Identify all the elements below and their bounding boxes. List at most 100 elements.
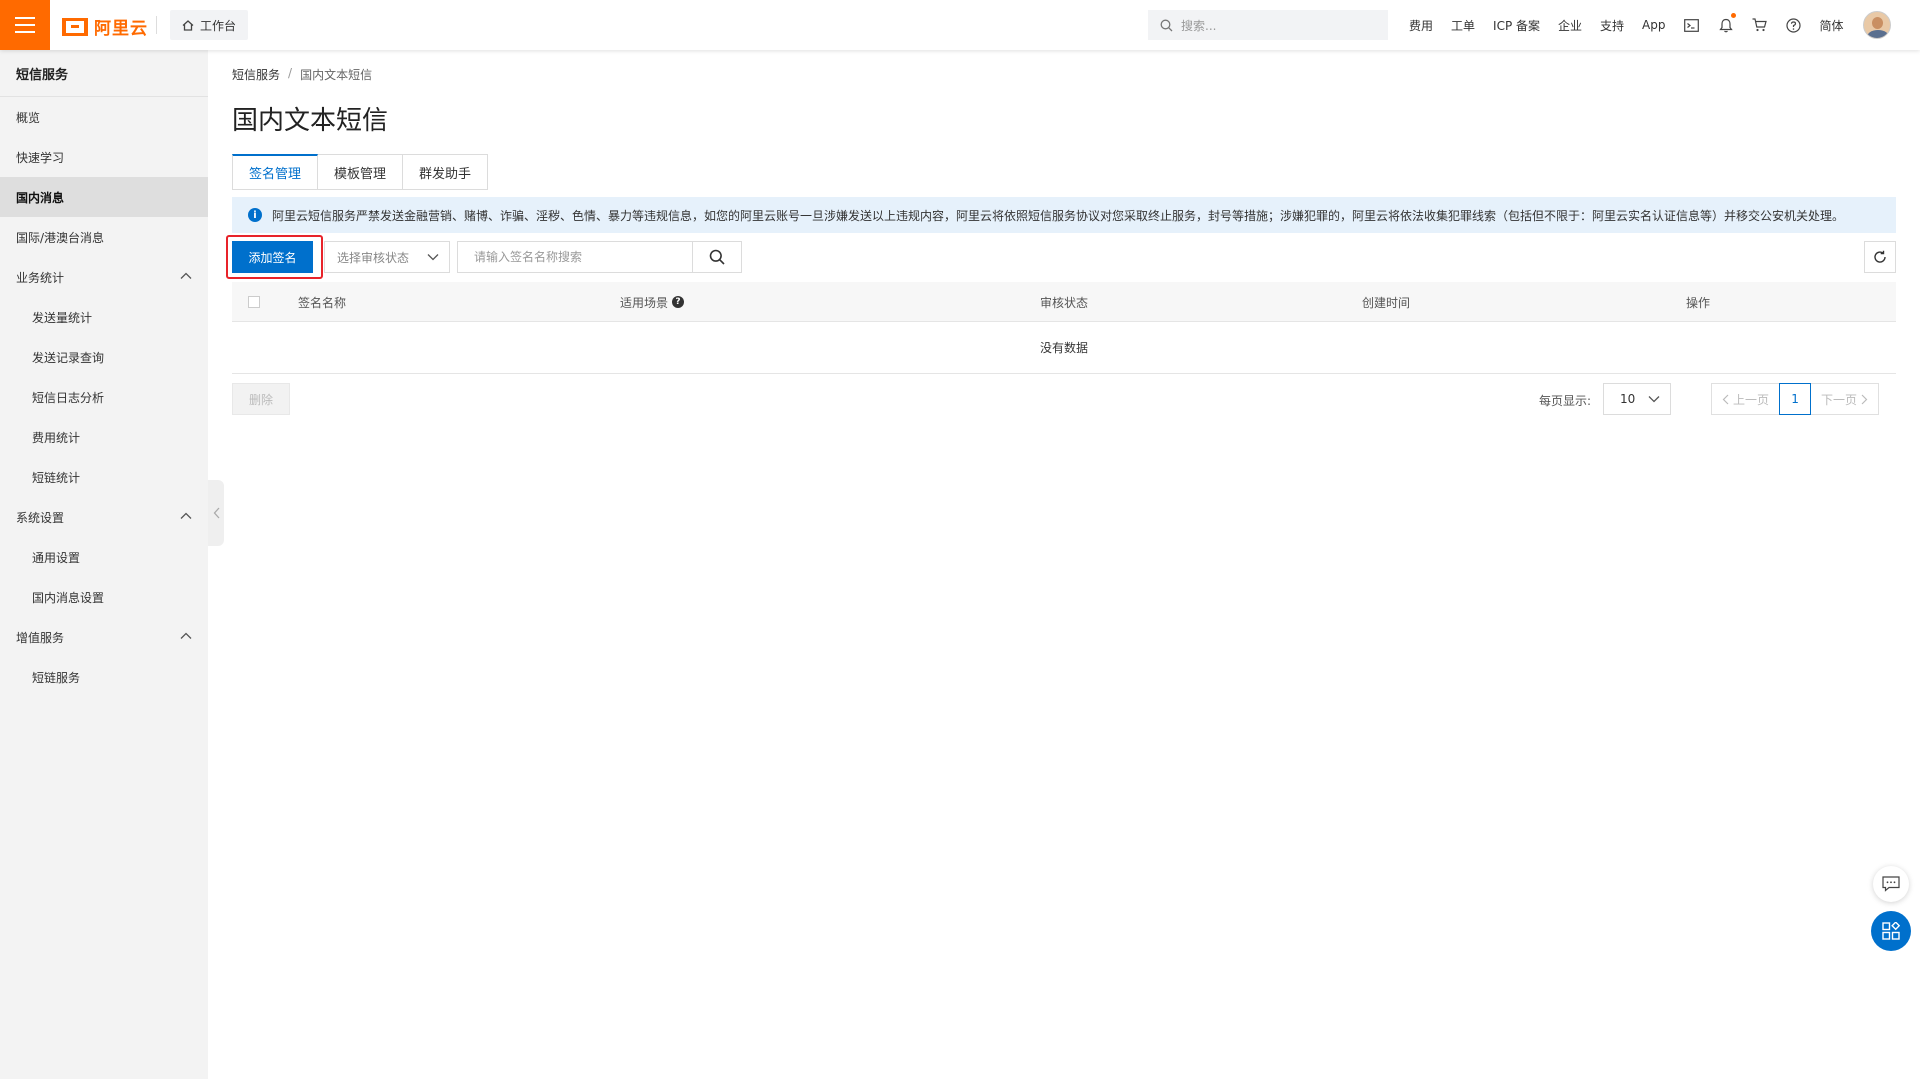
chevron-up-icon	[180, 272, 192, 279]
menu-icon[interactable]	[0, 0, 50, 50]
sidebar-item-overview[interactable]: 概览	[0, 97, 208, 137]
delete-button[interactable]: 删除	[232, 383, 290, 415]
language-switch[interactable]: 简体	[1820, 17, 1844, 34]
review-status-select[interactable]: 选择审核状态	[324, 241, 450, 273]
apps-grid-icon	[1882, 922, 1900, 940]
select-all-checkbox[interactable]	[248, 296, 260, 308]
nav-billing[interactable]: 费用	[1409, 17, 1433, 34]
column-header-label: 适用场景	[620, 295, 669, 310]
column-header-created-time: 创建时间	[1362, 295, 1411, 310]
chevron-down-icon	[1648, 396, 1660, 403]
chat-icon	[1882, 876, 1900, 892]
signature-search-input[interactable]	[457, 241, 693, 273]
breadcrumb-root[interactable]: 短信服务	[232, 66, 280, 83]
pagination: 上一页 1 下一页	[1711, 383, 1880, 415]
sidebar-item-domestic[interactable]: 国内消息	[0, 177, 208, 217]
global-search-placeholder: 搜索...	[1181, 18, 1217, 33]
tab-bar: 签名管理 模板管理 群发助手	[232, 154, 489, 190]
sidebar-item-send-volume[interactable]: 发送量统计	[0, 297, 208, 337]
page-number-button[interactable]: 1	[1779, 383, 1812, 415]
logo-mark-icon	[62, 17, 88, 36]
column-header-scenario: 适用场景 ?	[620, 282, 685, 322]
table-footer: 删除 每页显示: 10 上一页 1 下一页	[232, 383, 1896, 415]
workbench-label: 工作台	[200, 18, 237, 33]
divider	[156, 16, 157, 34]
sidebar-item-label: 费用统计	[32, 430, 81, 445]
sidebar-item-send-records[interactable]: 发送记录查询	[0, 337, 208, 377]
column-header-review-status: 审核状态	[1040, 295, 1089, 310]
top-nav: 费用 工单 ICP 备案 企业 支持 App 简体	[1400, 0, 1891, 50]
page-size-label: 每页显示:	[1539, 394, 1592, 408]
cart-icon[interactable]	[1751, 16, 1769, 34]
help-icon[interactable]: ?	[672, 296, 685, 308]
sidebar-item-general-settings[interactable]: 通用设置	[0, 537, 208, 577]
bell-icon[interactable]	[1717, 13, 1736, 34]
chevron-down-icon	[427, 254, 439, 261]
breadcrumb-current: 国内文本短信	[300, 68, 373, 82]
sidebar-item-international[interactable]: 国际/港澳台消息	[0, 217, 208, 257]
feedback-chat-button[interactable]	[1873, 866, 1909, 902]
chevron-up-icon	[180, 512, 192, 519]
chevron-left-icon	[1722, 394, 1729, 404]
help-circle-icon[interactable]	[1785, 16, 1803, 34]
page-size-value: 10	[1620, 392, 1636, 406]
toolbar: 添加签名 选择审核状态	[226, 235, 1896, 279]
logo-text: 阿里云	[94, 19, 148, 39]
home-icon	[182, 19, 194, 31]
sidebar-item-label: 国际/港澳台消息	[16, 230, 105, 245]
tab-bulk-send-assistant[interactable]: 群发助手	[403, 154, 489, 190]
nav-support[interactable]: 支持	[1600, 17, 1624, 34]
signature-table: 签名名称 适用场景 ? 审核状态 创建时间 操作 没有数据	[232, 282, 1896, 374]
prev-page-button[interactable]: 上一页	[1712, 384, 1779, 414]
add-signature-button[interactable]: 添加签名	[232, 241, 313, 273]
sidebar-item-cost-stats[interactable]: 费用统计	[0, 417, 208, 457]
notification-dot	[1730, 13, 1736, 18]
user-avatar[interactable]	[1862, 11, 1891, 39]
refresh-button[interactable]	[1864, 241, 1896, 273]
sidebar-item-label: 国内消息	[16, 190, 65, 205]
sidebar-group-business-stats[interactable]: 业务统计	[0, 257, 208, 297]
notice-text: 阿里云短信服务严禁发送金融营销、赌博、诈骗、淫秽、色情、暴力等违规信息，如您的阿…	[272, 208, 1845, 223]
sidebar-item-shortlink-service[interactable]: 短链服务	[0, 657, 208, 697]
chevron-up-icon	[180, 632, 192, 639]
nav-app[interactable]: App	[1642, 18, 1665, 32]
sidebar-group-system-settings[interactable]: 系统设置	[0, 497, 208, 537]
sidebar-item-label: 短信日志分析	[32, 390, 105, 405]
sidebar-item-quick-learn[interactable]: 快速学习	[0, 137, 208, 177]
workbench-button[interactable]: 工作台	[170, 10, 249, 40]
aliyun-logo[interactable]: 阿里云	[62, 14, 148, 39]
nav-ticket[interactable]: 工单	[1451, 17, 1475, 34]
compliance-notice: i 阿里云短信服务严禁发送金融营销、赌博、诈骗、淫秽、色情、暴力等违规信息，如您…	[232, 197, 1896, 233]
next-page-label: 下一页	[1821, 392, 1858, 407]
chevron-left-icon	[213, 507, 219, 519]
search-icon	[1160, 19, 1173, 31]
prev-page-label: 上一页	[1733, 392, 1770, 407]
sidebar-item-label: 系统设置	[16, 510, 65, 525]
page-title: 国内文本短信	[232, 106, 389, 136]
search-icon	[709, 249, 725, 265]
sidebar-item-label: 增值服务	[16, 630, 65, 645]
nav-enterprise[interactable]: 企业	[1558, 17, 1582, 34]
sidebar-item-shortlink-stats[interactable]: 短链统计	[0, 457, 208, 497]
column-header-signature-name: 签名名称	[298, 295, 347, 310]
next-page-button[interactable]: 下一页	[1811, 384, 1878, 414]
sidebar-item-domestic-settings[interactable]: 国内消息设置	[0, 577, 208, 617]
terminal-icon[interactable]	[1683, 16, 1701, 34]
nav-icp[interactable]: ICP 备案	[1493, 17, 1540, 34]
tab-signature-management[interactable]: 签名管理	[232, 154, 319, 190]
sidebar-group-value-added[interactable]: 增值服务	[0, 617, 208, 657]
global-search-input[interactable]: 搜索...	[1148, 10, 1388, 40]
apps-button[interactable]	[1871, 911, 1911, 951]
search-button[interactable]	[692, 241, 742, 273]
sidebar-item-label: 快速学习	[16, 150, 65, 165]
sidebar-item-label: 发送记录查询	[32, 350, 105, 365]
sidebar-item-log-analysis[interactable]: 短信日志分析	[0, 377, 208, 417]
tab-template-management[interactable]: 模板管理	[318, 154, 404, 190]
sidebar-collapse-handle[interactable]	[208, 480, 224, 546]
sidebar-item-label: 短链服务	[32, 670, 81, 685]
sidebar-item-label: 短链统计	[32, 470, 81, 485]
sidebar-item-label: 通用设置	[32, 550, 81, 565]
refresh-icon	[1874, 250, 1886, 263]
page-size-select[interactable]: 10	[1603, 383, 1671, 415]
table-header: 签名名称 适用场景 ? 审核状态 创建时间 操作	[232, 282, 1896, 322]
